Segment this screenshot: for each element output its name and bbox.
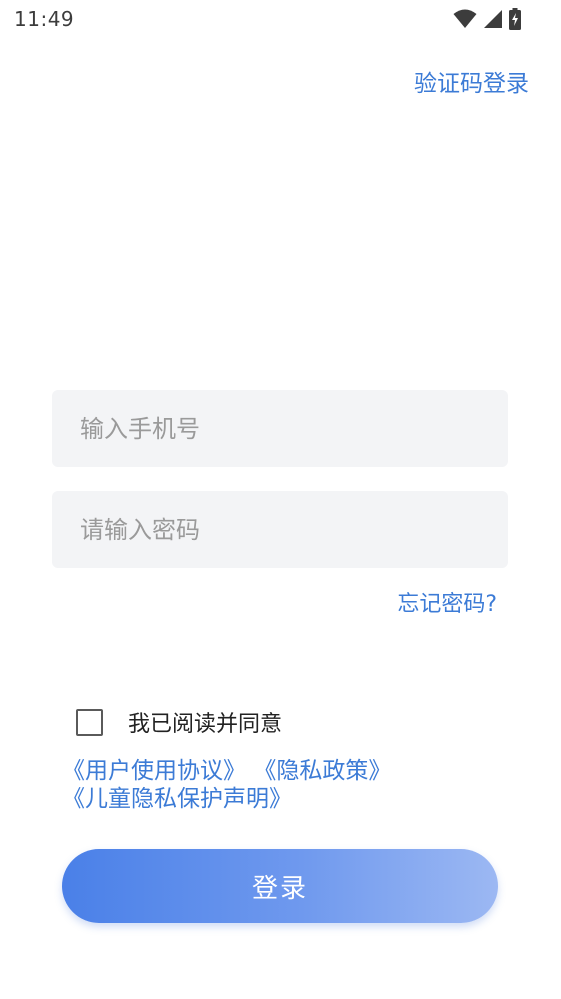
- agreement-row: 我已阅读并同意: [76, 706, 282, 738]
- child-privacy-link[interactable]: 《儿童隐私保护声明》: [62, 786, 292, 812]
- signal-icon: [483, 9, 503, 29]
- phone-input-container: [52, 390, 508, 467]
- login-button[interactable]: 登录: [62, 849, 498, 923]
- battery-charging-icon: [509, 8, 521, 30]
- user-agreement-link[interactable]: 《用户使用协议》: [62, 758, 246, 784]
- wifi-icon: [453, 9, 477, 29]
- agreement-checkbox[interactable]: [76, 708, 103, 736]
- privacy-policy-link[interactable]: 《隐私政策》: [253, 758, 391, 784]
- password-input[interactable]: [78, 514, 482, 545]
- status-icons: [453, 8, 521, 30]
- status-bar: 11:49: [0, 0, 561, 40]
- password-input-container: [52, 491, 508, 568]
- agreement-text: 我已阅读并同意: [128, 712, 283, 737]
- policy-links: 《用户使用协议》 《隐私政策》 《儿童隐私保护声明》: [62, 757, 391, 813]
- sms-login-link[interactable]: 验证码登录: [414, 64, 529, 98]
- status-time: 11:49: [14, 7, 75, 31]
- phone-input[interactable]: [78, 413, 482, 444]
- forgot-password-link[interactable]: 忘记密码?: [397, 586, 497, 618]
